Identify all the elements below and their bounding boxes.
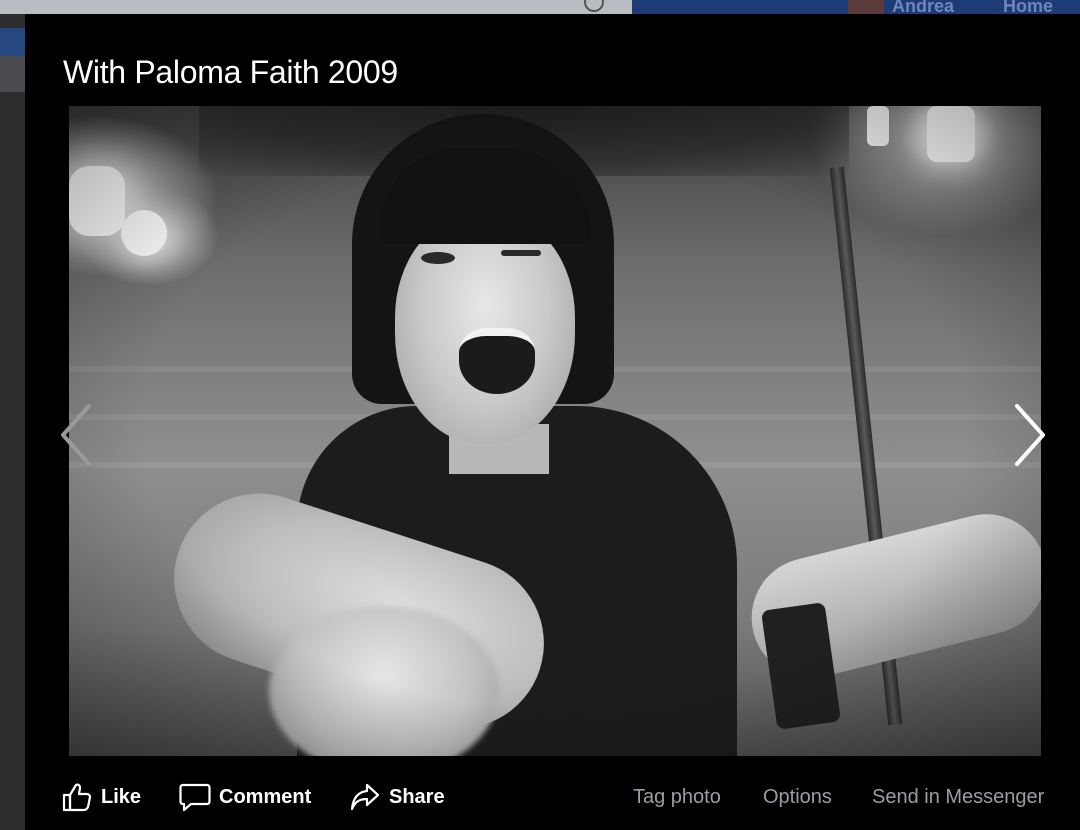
- next-photo-button[interactable]: [1009, 400, 1049, 470]
- send-in-messenger-link[interactable]: Send in Messenger: [872, 780, 1044, 814]
- chevron-right-icon: [1015, 404, 1045, 466]
- tag-photo-link[interactable]: Tag photo: [633, 780, 721, 814]
- options-link[interactable]: Options: [763, 780, 832, 814]
- avatar: [848, 0, 884, 15]
- photo[interactable]: [69, 106, 1041, 756]
- comment-button[interactable]: Comment: [179, 780, 311, 814]
- left-page-edge: [0, 14, 25, 830]
- comment-label: Comment: [219, 785, 312, 808]
- speech-bubble-icon: [179, 783, 211, 812]
- left-edge-blue-block: [0, 28, 25, 56]
- like-button[interactable]: Like: [61, 780, 141, 814]
- previous-photo-button[interactable]: [57, 400, 97, 470]
- thumbs-up-icon: [62, 783, 92, 812]
- photo-action-bar: Like Comment Share Tag photo Options Sen…: [25, 766, 1080, 830]
- chevron-left-icon: [61, 404, 91, 466]
- photo-title: With Paloma Faith 2009: [63, 54, 398, 90]
- share-button[interactable]: Share: [349, 780, 445, 814]
- share-label: Share: [389, 785, 445, 808]
- share-arrow-icon: [350, 783, 380, 811]
- photo-lightbox: With Paloma Faith 2009 Like Comment Shar…: [25, 14, 1080, 830]
- like-label: Like: [101, 785, 142, 808]
- left-edge-grey-block: [0, 56, 25, 92]
